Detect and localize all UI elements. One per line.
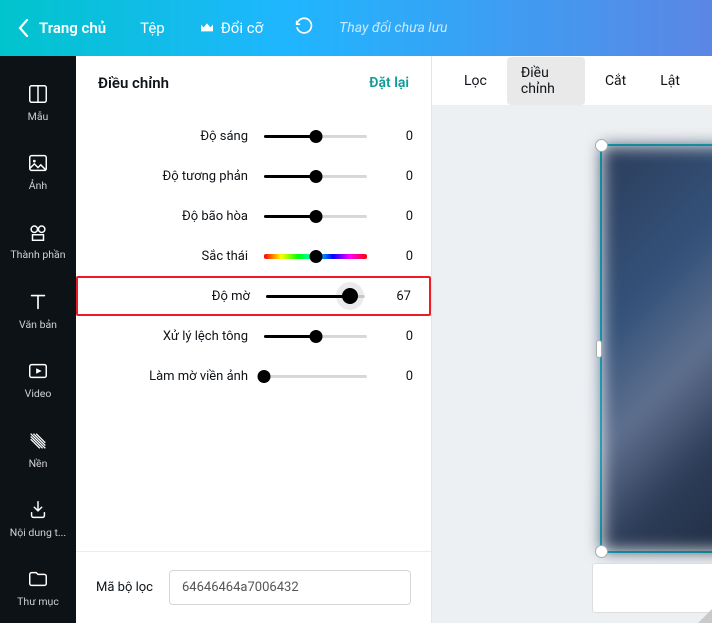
- slider-track[interactable]: [264, 204, 367, 228]
- rail-item-5[interactable]: Nền: [0, 415, 76, 484]
- slider-label: Xử lý lệch tông: [76, 329, 264, 344]
- rail-item-0[interactable]: Mẫu: [0, 68, 76, 137]
- rail-icon: [27, 291, 49, 313]
- home-button[interactable]: Trang chủ: [18, 19, 106, 37]
- save-status: Thay đổi chưa lưu: [339, 20, 447, 36]
- home-label: Trang chủ: [39, 19, 106, 37]
- resize-handle-bl[interactable]: [595, 545, 608, 558]
- rail-item-7[interactable]: Thư mục: [0, 554, 76, 623]
- tab-3[interactable]: Lật: [646, 65, 694, 97]
- slider-track[interactable]: [264, 364, 367, 388]
- rail-item-4[interactable]: Video: [0, 346, 76, 415]
- slider-thumb[interactable]: [309, 250, 322, 263]
- file-menu[interactable]: Tệp: [140, 19, 165, 37]
- undo-icon: [293, 15, 315, 37]
- slider-row-6: Làm mờ viền ảnh 0: [76, 356, 431, 396]
- rail-label: Mẫu: [28, 110, 49, 123]
- filter-code-label: Mã bộ lọc: [96, 580, 153, 595]
- rail-label: Văn bản: [19, 318, 57, 331]
- selected-image: [602, 146, 712, 551]
- slider-thumb[interactable]: [309, 330, 322, 343]
- slider-label: Độ sáng: [76, 129, 264, 144]
- rail-item-6[interactable]: Nội dung t...: [0, 484, 76, 553]
- slider-row-0: Độ sáng 0: [76, 116, 431, 156]
- rail-item-1[interactable]: Ảnh: [0, 137, 76, 206]
- rail-icon: [27, 499, 49, 521]
- slider-track[interactable]: [264, 324, 367, 348]
- crown-icon: [199, 20, 215, 36]
- slider-value: 67: [365, 289, 411, 304]
- resize-label: Đổi cỡ: [221, 19, 263, 37]
- rail-label: Thư mục: [17, 595, 59, 608]
- rail-label: Nền: [29, 457, 48, 470]
- slider-thumb[interactable]: [309, 170, 322, 183]
- rail-label: Thành phần: [10, 248, 65, 261]
- panel-title: Điều chỉnh: [98, 74, 169, 92]
- rail-icon: [27, 568, 49, 590]
- slider-label: Sắc thái: [76, 249, 264, 264]
- rail-label: Video: [25, 387, 52, 400]
- sliders-container: Độ sáng0Độ tương phản0Độ bão hòa0Sắc thá…: [76, 106, 431, 551]
- slider-track[interactable]: [264, 244, 367, 268]
- top-bar: Trang chủ Tệp Đổi cỡ Thay đổi chưa lưu: [0, 0, 712, 56]
- resize-corner-icon[interactable]: [698, 609, 712, 623]
- rail-icon: [27, 221, 49, 243]
- canvas-area: LọcĐiều chỉnhCắtLật: [432, 56, 712, 623]
- tab-2[interactable]: Cắt: [591, 65, 640, 97]
- rail-item-3[interactable]: Văn bản: [0, 276, 76, 345]
- slider-value: 0: [367, 169, 413, 184]
- slider-track[interactable]: [264, 164, 367, 188]
- slider-track[interactable]: [266, 284, 365, 308]
- chevron-left-icon: [18, 19, 29, 37]
- slider-thumb[interactable]: [309, 210, 322, 223]
- slider-value: 0: [367, 129, 413, 144]
- rail-icon: [27, 152, 49, 174]
- reset-button[interactable]: Đặt lại: [369, 75, 409, 91]
- resize-handle-tl[interactable]: [595, 139, 608, 152]
- rail-label: Nội dung t...: [10, 526, 66, 539]
- slider-row-3: Sắc thái 0: [76, 236, 431, 276]
- filter-code-input[interactable]: 64646464a7006432: [169, 570, 411, 605]
- slider-label: Làm mờ viền ảnh: [76, 369, 264, 384]
- slider-label: Độ bão hòa: [76, 209, 264, 224]
- undo-button[interactable]: [293, 15, 315, 41]
- page-thumbnail[interactable]: [592, 563, 712, 613]
- slider-row-2: Độ bão hòa 0: [76, 196, 431, 236]
- side-rail: Mẫu Ảnh Thành phần Văn bản Video Nền Nội dung …: [0, 56, 76, 623]
- selection-box[interactable]: [600, 144, 712, 553]
- slider-thumb[interactable]: [258, 370, 271, 383]
- slider-row-5: Xử lý lệch tông 0: [76, 316, 431, 356]
- tab-1[interactable]: Điều chỉnh: [507, 57, 585, 105]
- adjust-panel: Điều chỉnh Đặt lại Độ sáng0Độ tương phản…: [76, 56, 432, 623]
- slider-value: 0: [367, 249, 413, 264]
- slider-track[interactable]: [264, 124, 367, 148]
- filter-code-row: Mã bộ lọc 64646464a7006432: [76, 551, 431, 623]
- slider-row-1: Độ tương phản 0: [76, 156, 431, 196]
- slider-thumb[interactable]: [309, 130, 322, 143]
- slider-value: 0: [367, 369, 413, 384]
- slider-thumb[interactable]: [342, 288, 358, 304]
- canvas[interactable]: [432, 106, 712, 623]
- slider-label: Độ tương phản: [76, 169, 264, 184]
- resize-button[interactable]: Đổi cỡ: [199, 19, 263, 37]
- canvas-tabs: LọcĐiều chỉnhCắtLật: [432, 56, 712, 106]
- slider-value: 0: [367, 209, 413, 224]
- resize-handle-ml[interactable]: [596, 340, 602, 358]
- slider-row-4: Độ mờ 67: [76, 276, 431, 316]
- rail-icon: [27, 83, 49, 105]
- tab-0[interactable]: Lọc: [450, 65, 501, 97]
- rail-icon: [27, 360, 49, 382]
- rail-icon: [27, 430, 49, 452]
- slider-value: 0: [367, 329, 413, 344]
- rail-label: Ảnh: [29, 179, 47, 192]
- rail-item-2[interactable]: Thành phần: [0, 207, 76, 276]
- slider-label: Độ mờ: [78, 289, 266, 304]
